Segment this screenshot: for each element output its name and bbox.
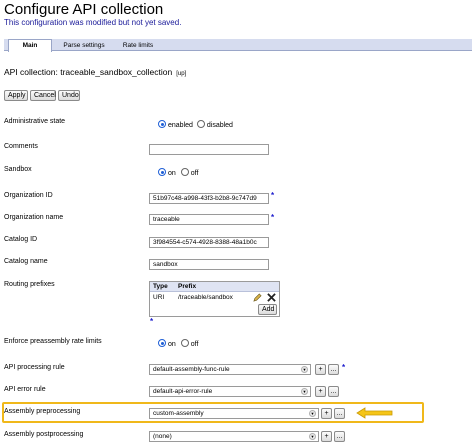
organization-name-label: Organization name [4,214,64,221]
chevron-down-icon: ▼ [309,433,316,440]
api-processing-rule-add-button[interactable]: + [315,364,326,375]
assembly-postprocessing-value: (none) [153,433,172,440]
comments-input[interactable] [149,144,269,155]
radio-enabled-label: enabled [168,122,193,129]
routing-prefixes-header: Type Prefix [150,282,279,292]
unsaved-notice: This configuration was modified but not … [4,18,182,27]
assembly-postprocessing-add-button[interactable]: + [321,431,332,442]
assembly-postprocessing-label: Assembly postprocessing [4,431,84,438]
row-type: URI [153,294,165,301]
admin-state-label: Administrative state [4,118,66,125]
column-header-prefix: Prefix [178,283,197,290]
api-error-rule-select[interactable]: default-api-error-rule ▼ [149,386,311,397]
radio-disabled[interactable] [196,120,205,128]
api-processing-rule-required: * [342,363,346,372]
routing-prefixes-required: * [150,317,154,326]
api-processing-rule-select[interactable]: default-assembly-func-rule ▼ [149,364,311,375]
radio-sandbox-off-label: off [190,170,199,177]
tab-main[interactable]: Main [8,39,52,52]
undo-button[interactable]: Undo [58,90,80,101]
assembly-preprocessing-label: Assembly preprocessing [4,408,81,415]
api-processing-rule-value: default-assembly-func-rule [153,366,230,373]
radio-enforce-on-label: on [168,341,176,348]
api-processing-rule-edit-button[interactable]: ... [328,364,339,375]
radio-sandbox-on[interactable] [158,168,166,176]
comments-label: Comments [4,143,38,150]
sandbox-radio-group: on off [158,168,198,178]
enforce-rate-limits-radio-group: on off [158,339,198,349]
chevron-down-icon: ▼ [301,366,308,373]
api-error-rule-add-button[interactable]: + [315,386,326,397]
tab-bar: Main Parse settings Rate limits [4,39,472,52]
collection-title: API collection: traceable_sandbox_collec… [4,67,173,77]
page-title: Configure API collection [4,1,164,18]
apply-button[interactable]: Apply [4,90,28,101]
row-prefix: /traceable/sandbox [178,294,233,301]
assembly-preprocessing-value: custom-assembly [153,410,204,417]
assembly-postprocessing-edit-button[interactable]: ... [334,431,345,442]
assembly-preprocessing-add-button[interactable]: + [321,408,332,419]
up-link[interactable]: [up] [176,71,186,77]
radio-enforce-on[interactable] [158,339,166,347]
radio-sandbox-off[interactable] [180,168,189,176]
catalog-id-input[interactable]: 3f984554-c574-4928-8388-48a1b0c [149,237,269,248]
api-error-rule-label: API error rule [4,386,46,393]
organization-name-input[interactable]: traceable [149,214,269,225]
chevron-down-icon: ▼ [309,410,316,417]
catalog-name-input[interactable]: sandbox [149,259,269,270]
add-prefix-button[interactable]: Add [258,304,277,315]
assembly-preprocessing-select[interactable]: custom-assembly ▼ [149,408,319,419]
radio-enforce-off[interactable] [180,339,189,347]
column-header-type: Type [153,283,168,290]
table-row: URI /traceable/sandbox [150,293,279,303]
organization-id-label: Organization ID [4,192,53,199]
sandbox-label: Sandbox [4,166,32,173]
api-error-rule-edit-button[interactable]: ... [328,386,339,397]
chevron-down-icon: ▼ [301,388,308,395]
radio-disabled-label: disabled [206,122,233,129]
api-processing-rule-label: API processing rule [4,364,65,371]
catalog-name-label: Catalog name [4,258,48,265]
assembly-preprocessing-edit-button[interactable]: ... [334,408,345,419]
admin-state-radio-group: enabled disabled [158,120,233,130]
routing-prefixes-label: Routing prefixes [4,281,55,288]
radio-sandbox-on-label: on [168,170,176,177]
radio-enforce-off-label: off [190,341,199,348]
organization-name-required: * [271,213,275,222]
radio-enabled[interactable] [158,120,166,128]
arrow-left-icon [356,406,394,424]
organization-id-required: * [271,191,275,200]
cancel-button[interactable]: Cancel [30,90,56,101]
assembly-postprocessing-select[interactable]: (none) ▼ [149,431,319,442]
organization-id-input[interactable]: 51b97c48-a998-43f3-b2b8-9c747d9 [149,193,269,204]
api-error-rule-value: default-api-error-rule [153,388,213,395]
enforce-rate-limits-label: Enforce preassembly rate limits [4,338,102,345]
routing-prefixes-table: Type Prefix URI /traceable/sandbox Add [149,281,280,317]
catalog-id-label: Catalog ID [4,236,38,243]
collection-heading: API collection: traceable_sandbox_collec… [4,67,186,77]
tab-parse-settings[interactable]: Parse settings [56,40,112,51]
tab-rate-limits[interactable]: Rate limits [116,40,160,51]
